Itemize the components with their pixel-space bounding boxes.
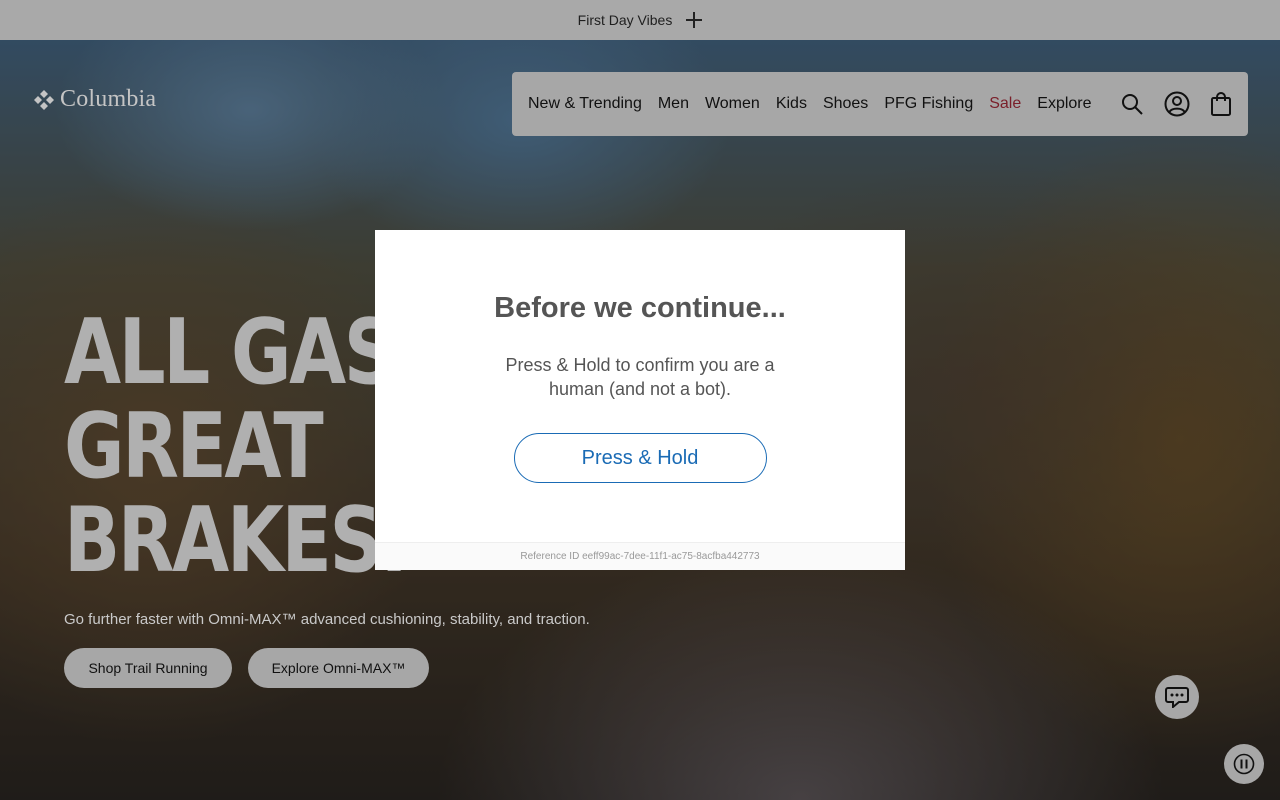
modal-message: Press & Hold to confirm you are a human …	[505, 355, 775, 399]
plus-icon[interactable]	[686, 12, 703, 28]
headline-line-2: GREAT	[64, 394, 324, 499]
nav-item-men[interactable]: Men	[658, 95, 689, 113]
shop-trail-running-button[interactable]: Shop Trail Running	[64, 648, 232, 688]
headline-line-3: BRAKES.	[64, 488, 408, 593]
headline-line-1: ALL GAS,	[64, 300, 423, 405]
hero-subtitle: Go further faster with Omni-MAX™ advance…	[64, 611, 590, 628]
reference-id: Reference ID eeff99ac-7dee-11f1-ac75-8ac…	[375, 542, 905, 570]
main-nav: New & Trending Men Women Kids Shoes PFG …	[512, 72, 1248, 136]
columbia-diamond-icon	[34, 89, 54, 110]
nav-item-women[interactable]: Women	[705, 95, 760, 113]
press-and-hold-button[interactable]: Press & Hold	[513, 433, 767, 483]
nav-item-new-trending[interactable]: New & Trending	[528, 95, 642, 113]
pause-video-button[interactable]	[1224, 744, 1264, 784]
hero-headline: ALL GAS, GREAT BRAKES.	[64, 300, 423, 593]
promo-text[interactable]: First Day Vibes	[578, 12, 673, 28]
chat-button[interactable]	[1155, 675, 1199, 719]
nav-item-shoes[interactable]: Shoes	[823, 95, 868, 113]
promo-bar[interactable]: First Day Vibes	[0, 0, 1280, 40]
bot-check-modal: Before we continue... Press & Hold to co…	[375, 230, 905, 570]
search-icon[interactable]	[1120, 92, 1144, 116]
columbia-logo[interactable]: Columbia	[32, 86, 156, 113]
explore-omni-max-button[interactable]: Explore Omni-MAX™	[248, 648, 429, 688]
nav-item-sale[interactable]: Sale	[989, 95, 1021, 113]
chat-icon	[1165, 687, 1189, 708]
nav-item-explore[interactable]: Explore	[1037, 95, 1091, 113]
logo-wordmark: Columbia	[60, 86, 157, 112]
nav-icons	[1120, 91, 1232, 117]
nav-item-pfg-fishing[interactable]: PFG Fishing	[884, 95, 973, 113]
cart-icon[interactable]	[1210, 92, 1232, 116]
modal-title: Before we continue...	[494, 292, 786, 324]
pause-icon	[1233, 753, 1255, 775]
nav-item-kids[interactable]: Kids	[776, 95, 807, 113]
account-icon[interactable]	[1164, 91, 1190, 117]
